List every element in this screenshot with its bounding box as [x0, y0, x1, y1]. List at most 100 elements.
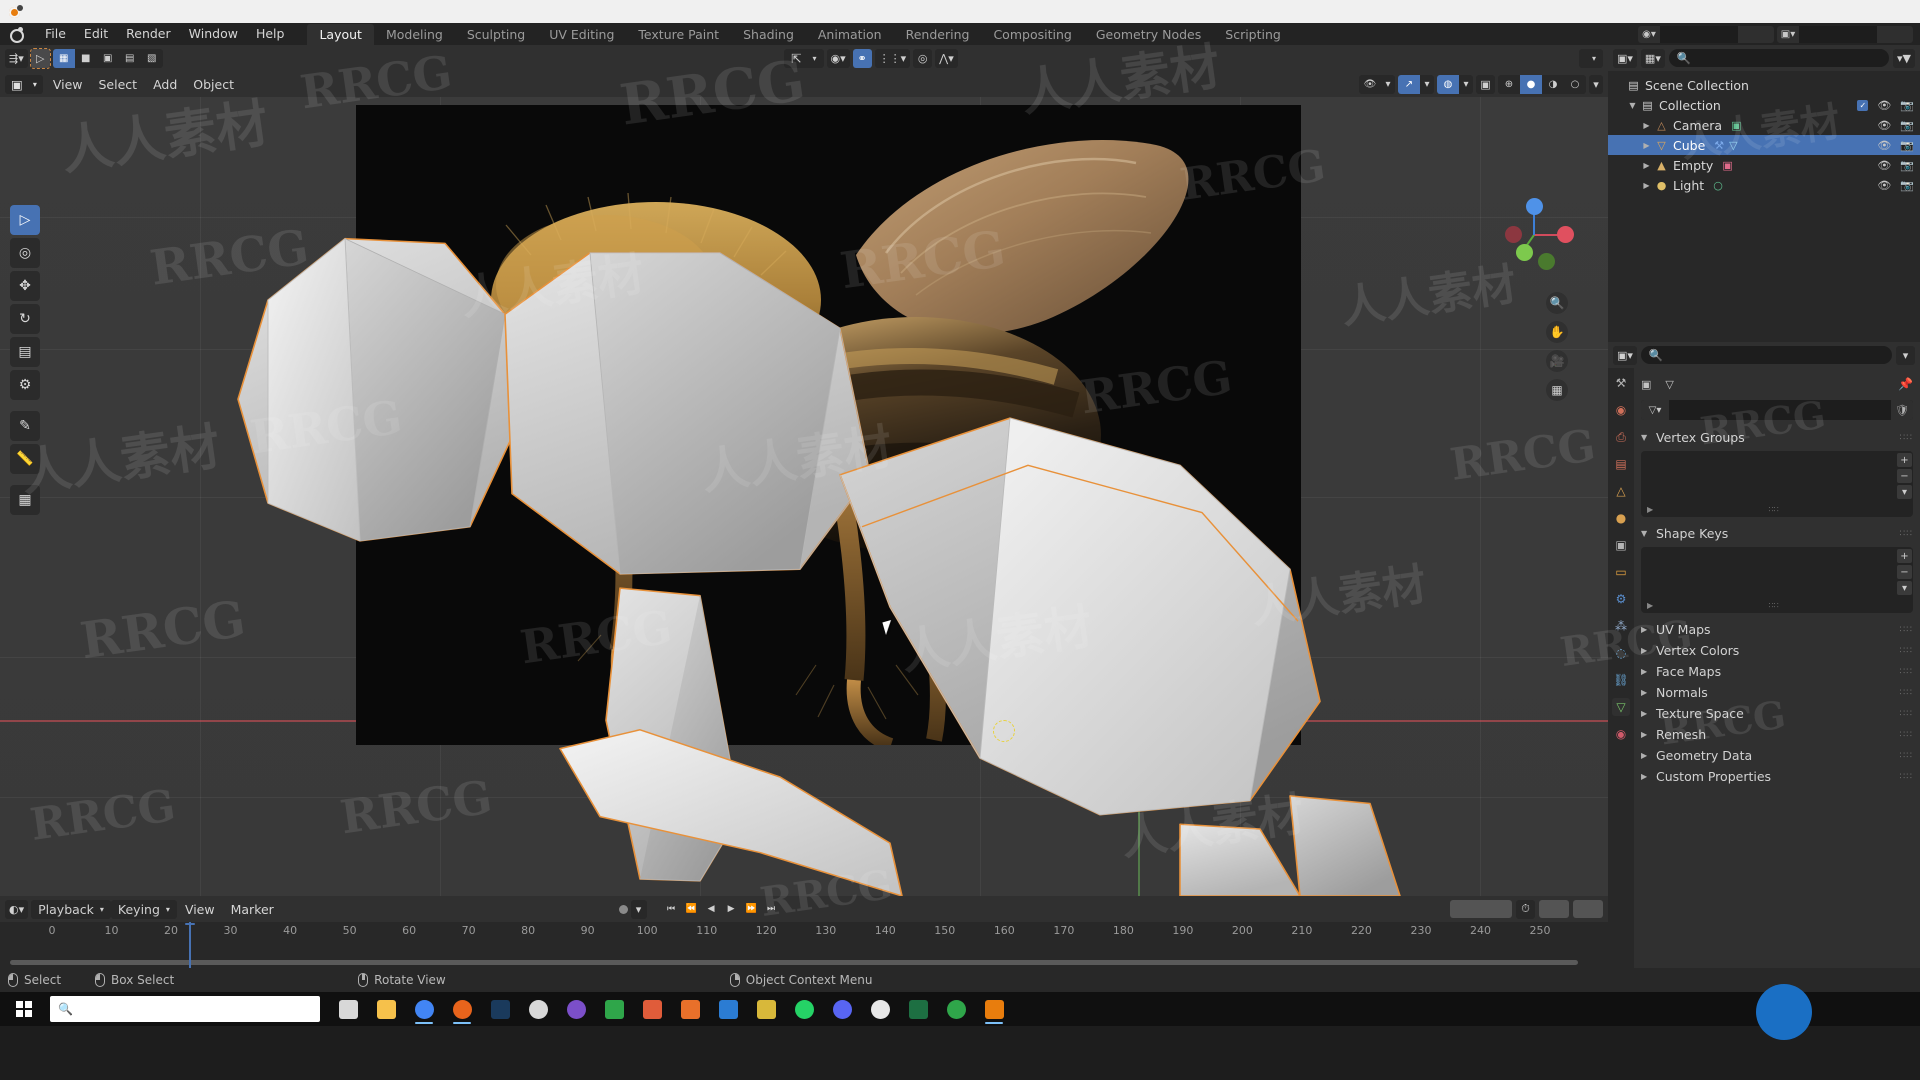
output-tab[interactable]: ⎙ — [1612, 428, 1630, 446]
physics-tab[interactable]: ◌ — [1612, 644, 1630, 662]
remove-item-button[interactable]: − — [1897, 469, 1912, 483]
workspace-tab-layout[interactable]: Layout — [307, 23, 374, 45]
panel-list-shape-keys[interactable]: ▶ ∷∷ + − ▾ — [1641, 547, 1913, 613]
viewport-menu-object[interactable]: Object — [185, 75, 242, 94]
gizmo-axis-x[interactable] — [1557, 226, 1574, 243]
taskbar-app-blender-alt[interactable] — [520, 993, 556, 1025]
object-mode-dropdown[interactable]: ▣ ▾ — [5, 74, 43, 94]
expand-triangle-icon[interactable]: ▶ — [1641, 709, 1650, 718]
timeline-horizontal-scrollbar[interactable] — [10, 960, 1578, 965]
viewport-menu-add[interactable]: Add — [145, 75, 185, 94]
constraints-tab[interactable]: ⛓ — [1612, 671, 1630, 689]
topbar-menu-window[interactable]: Window — [180, 24, 247, 44]
outliner-editor-type-selector[interactable]: ▣▾ — [1613, 48, 1637, 68]
blender-logo-icon[interactable] — [8, 26, 28, 43]
overlay-selector[interactable]: ◍ ▾ — [1437, 74, 1473, 94]
gizmo-selector[interactable]: ↗ ▾ — [1398, 74, 1434, 94]
start-button[interactable] — [2, 992, 46, 1026]
pan-hand-icon[interactable]: ✋ — [1546, 321, 1568, 343]
visibility-eye-icon[interactable]: 👁 — [1877, 159, 1891, 172]
list-inner[interactable]: ▶ ∷∷ — [1641, 547, 1896, 613]
shading-mode-rendered[interactable]: ○ — [1564, 75, 1586, 94]
render-camera-icon[interactable]: 📷 — [1900, 159, 1914, 172]
show-overlays-icon[interactable]: ◍ — [1437, 74, 1459, 94]
pivot-point-dropdown[interactable]: ◉▾ — [826, 48, 850, 68]
panel-header-uv-maps[interactable]: ▶ UV Maps ∷∷ — [1641, 619, 1913, 640]
select-mode-extend[interactable]: ■ — [75, 49, 97, 68]
select-mode-subtract[interactable]: ▣ — [97, 49, 119, 68]
select-mode-set[interactable]: ▦ — [52, 48, 75, 68]
snap-magnet-toggle[interactable]: ⚭ — [852, 48, 872, 68]
outliner-display-mode-dropdown[interactable]: ▦▾ — [1640, 48, 1665, 68]
list-menu-button[interactable]: ▾ — [1897, 581, 1912, 595]
expand-triangle-icon[interactable]: ▶ — [1641, 730, 1650, 739]
topbar-menu-edit[interactable]: Edit — [75, 24, 117, 44]
tool-tab[interactable]: ⚒ — [1612, 374, 1630, 392]
collapse-triangle-icon[interactable]: ▼ — [1641, 529, 1650, 538]
list-expand-triangle-icon[interactable]: ▶ — [1647, 601, 1653, 610]
properties-filter-icon[interactable]: ▾ — [1896, 345, 1915, 365]
view-layer-selector[interactable]: ▣▾ — [1777, 25, 1913, 43]
taskbar-app-media-player[interactable] — [634, 993, 670, 1025]
shading-mode-wireframe[interactable]: ⊕ — [1498, 75, 1520, 94]
list-resize-grip-icon[interactable]: ∷∷ — [1769, 601, 1779, 610]
taskbar-app-task-view[interactable] — [330, 993, 366, 1025]
select-mode-invert[interactable]: ▤ — [119, 49, 141, 68]
taskbar-search-input[interactable]: 🔍 — [50, 996, 320, 1022]
outliner-search-input[interactable]: 🔍 — [1668, 49, 1890, 67]
use-preview-range-icon[interactable]: ⏱ — [1515, 899, 1535, 919]
visibility-eye-icon[interactable]: 👁 — [1877, 179, 1891, 192]
list-resize-grip-icon[interactable]: ∷∷ — [1769, 505, 1779, 514]
material-tab[interactable]: ◉ — [1612, 725, 1630, 743]
workspace-tab-compositing[interactable]: Compositing — [981, 24, 1083, 45]
outliner-extra-icon-1[interactable]: ▽ — [1729, 139, 1737, 152]
taskbar-app-vscode[interactable] — [710, 993, 746, 1025]
add-workspace-button[interactable] — [1293, 32, 1309, 36]
maximize-button[interactable] — [1830, 0, 1875, 23]
taskbar-app-chrome[interactable] — [406, 993, 442, 1025]
jump-start-button[interactable]: ⏮ — [663, 900, 680, 918]
shading-mode-solid[interactable]: ● — [1520, 74, 1542, 94]
workspace-tab-texture-paint[interactable]: Texture Paint — [626, 24, 731, 45]
options-dropdown[interactable]: ▾ — [1578, 48, 1603, 68]
end-frame-field[interactable] — [1572, 900, 1603, 918]
viewport-menu-view[interactable]: View — [45, 75, 91, 94]
expand-triangle-icon[interactable]: ▶ — [1640, 161, 1653, 170]
pin-icon[interactable]: 📌 — [1898, 377, 1913, 391]
taskbar-app-photoshop[interactable] — [482, 993, 518, 1025]
view-layer-copy-button[interactable] — [1877, 25, 1895, 43]
visibility-eye-icon[interactable]: 👁 — [1877, 139, 1891, 152]
active-tool-icon[interactable]: ▷ — [29, 47, 51, 69]
outliner-row-camera[interactable]: ▶ △ Camera ▣ 👁 📷 — [1608, 115, 1920, 135]
expand-triangle-icon[interactable]: ▶ — [1640, 181, 1653, 190]
ortho-persp-toggle-icon[interactable]: ▦ — [1546, 379, 1568, 401]
outliner-extra-icon-0[interactable]: ○ — [1713, 179, 1723, 192]
workspace-tab-geometry-nodes[interactable]: Geometry Nodes — [1084, 24, 1213, 45]
overlay-chevron-icon[interactable]: ▾ — [1459, 75, 1473, 94]
visibility-chevron-icon[interactable]: ▾ — [1381, 75, 1395, 94]
falloff-dropdown[interactable]: ⋀▾ — [935, 48, 958, 68]
taskbar-app-excel[interactable] — [900, 993, 936, 1025]
expand-triangle-icon[interactable]: ▶ — [1641, 646, 1650, 655]
jump-end-button[interactable]: ⏭ — [763, 900, 780, 918]
outliner-extra-icon-0[interactable]: ⚒ — [1714, 139, 1724, 152]
outliner-row-scene-collection[interactable]: ▤ Scene Collection — [1608, 75, 1920, 95]
timeline-track-area[interactable] — [0, 946, 1608, 968]
workspace-tab-modeling[interactable]: Modeling — [374, 24, 455, 45]
properties-editor-type-selector[interactable]: ▣▾ — [1613, 345, 1637, 365]
current-frame-field[interactable] — [1449, 900, 1512, 918]
topbar-menu-render[interactable]: Render — [117, 24, 180, 44]
world-tab[interactable]: ● — [1612, 509, 1630, 527]
mesh-datablock-icon[interactable]: ▽▾ — [1641, 400, 1669, 420]
data-tab[interactable]: ▽ — [1612, 698, 1630, 716]
cursor-tool[interactable]: ◎ — [10, 238, 40, 268]
taskbar-app-camtasia[interactable] — [596, 993, 632, 1025]
xray-toggle[interactable]: ▣ — [1476, 74, 1495, 94]
object-tab[interactable]: ▭ — [1612, 563, 1630, 581]
panel-header-custom-properties[interactable]: ▶ Custom Properties ∷∷ — [1641, 766, 1913, 787]
taskbar-app-app-orange[interactable] — [672, 993, 708, 1025]
mesh-datablock-field[interactable]: ▽▾ 🛡 — [1641, 400, 1913, 420]
timeline-ruler[interactable]: 0 10 20 30 40 50 60 70 80 90 100 110 120 130 140 150 160… — [0, 922, 1608, 968]
workspace-tab-rendering[interactable]: Rendering — [894, 24, 982, 45]
list-menu-button[interactable]: ▾ — [1897, 485, 1912, 499]
